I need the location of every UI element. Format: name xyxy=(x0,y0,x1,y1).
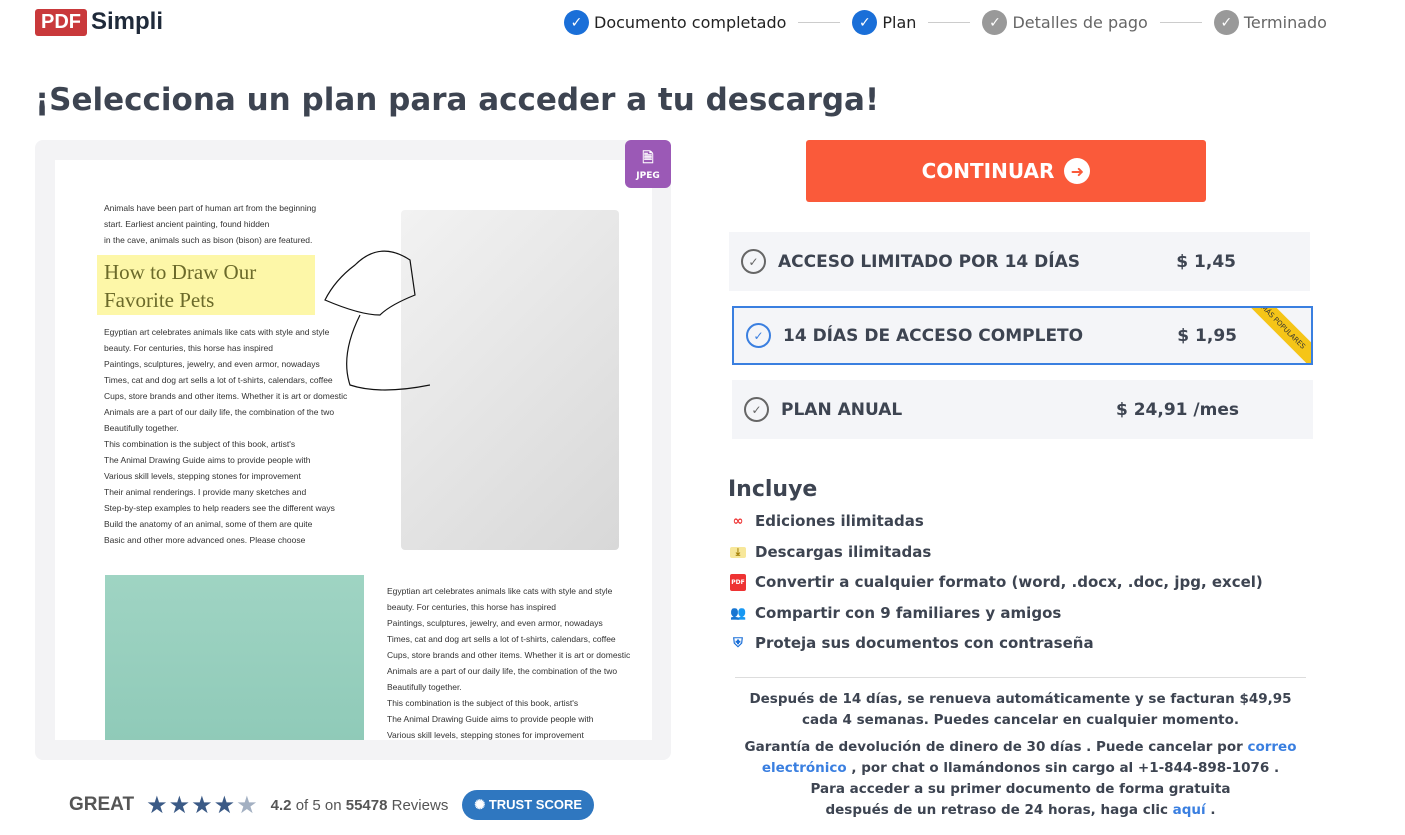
text-line: The Animal Drawing Guide aims to provide… xyxy=(387,714,594,724)
includes-title: Incluye xyxy=(728,477,818,502)
jpeg-file-badge: 🗎 JPEG xyxy=(625,140,671,188)
text-line: Animals are a part of our daily life, th… xyxy=(104,407,335,417)
here-link[interactable]: aquí xyxy=(1173,802,1206,818)
feature-item: ∞ Ediciones ilimitadas xyxy=(730,512,924,530)
guarantee-notice: Garantía de devolución de dinero de 30 d… xyxy=(744,739,1297,818)
step-divider xyxy=(798,22,841,23)
renewal-notice: Después de 14 días, se renueva automátic… xyxy=(749,691,1292,728)
continue-button[interactable]: CONTINUAR ➜ xyxy=(806,140,1206,202)
plan-option-annual[interactable]: ✓ PLAN ANUAL $ 24,91 /mes xyxy=(732,380,1313,439)
text-line: Build the anatomy of an animal, some of … xyxy=(104,519,313,529)
text-line: Paintings, sculptures, jewelry, and even… xyxy=(104,359,320,369)
feature-item: ⤓ Descargas ilimitadas xyxy=(730,543,931,561)
dog-sketch-image xyxy=(401,210,619,550)
document-preview-page: Animals have been part of human art from… xyxy=(55,160,652,740)
step-detalles-de-pago: ✓ Detalles de pago xyxy=(982,10,1148,35)
text-line: Basic and other more advanced ones. Plea… xyxy=(104,535,306,545)
flowers-dog-photo xyxy=(105,575,364,740)
star-icon: ★ xyxy=(146,791,168,819)
body-text-2: Egyptian art celebrates animals like cat… xyxy=(387,583,630,740)
check-circle-icon: ✓ xyxy=(744,397,769,422)
text-line: in the cave, animals such as bison (biso… xyxy=(104,235,313,245)
plan-option-full-access[interactable]: ✓ 14 DÍAS DE ACCESO COMPLETO $ 1,95 MÁS POP… xyxy=(732,306,1313,365)
plan-option-limited[interactable]: ✓ ACCESO LIMITADO POR 14 DÍAS $ 1,45 xyxy=(729,232,1310,291)
step-divider xyxy=(1159,22,1202,23)
most-popular-ribbon: MÁS POPULARES xyxy=(1241,308,1311,363)
pdf-file-icon: PDF xyxy=(730,573,746,591)
review-summary: 4.2 of 5 on 55478 Reviews xyxy=(270,796,449,814)
text-line: Egyptian art celebrates animals like cat… xyxy=(104,327,330,337)
check-circle-icon: ✓ xyxy=(746,323,771,348)
trust-logo-icon: ✺ xyxy=(474,797,489,812)
text-line: start. Earliest ancient painting, found … xyxy=(104,219,270,229)
body-text: Egyptian art celebrates animals like cat… xyxy=(104,324,347,548)
text-line: beauty. For centuries, this horse has in… xyxy=(104,343,273,353)
text-line: The Animal Drawing Guide aims to provide… xyxy=(104,455,311,465)
text-line: Step-by-step examples to help readers se… xyxy=(104,503,335,513)
intro-text: Animals have been part of human art from… xyxy=(104,200,316,248)
text-line: This combination is the subject of this … xyxy=(387,698,579,708)
text-line: Various skill levels, stepping stones fo… xyxy=(104,471,301,481)
check-icon: ✓ xyxy=(982,10,1008,35)
feature-item: ⛨ Proteja sus documentos con contraseña xyxy=(730,634,1093,652)
text-line: Times, cat and dog art sells a lot of t-… xyxy=(104,375,333,385)
text-line: Their animal renderings. I provide many … xyxy=(104,487,307,497)
text-line: Beautifully together. xyxy=(387,682,462,692)
text-line: This combination is the subject of this … xyxy=(104,439,296,449)
step-documento-completado: ✓ Documento completado xyxy=(564,10,786,35)
file-icon: 🗎 xyxy=(642,150,654,166)
step-divider xyxy=(928,22,971,23)
pdfsimpli-logo[interactable]: PDF Simpli xyxy=(35,8,163,36)
text-line: Cups, store brands and other items. Whet… xyxy=(104,391,348,401)
feature-item: 👥 Compartir con 9 familiares y amigos xyxy=(730,604,1062,622)
trust-score-badge[interactable]: ✺ TRUST SCORE xyxy=(462,790,595,820)
page-title: ¡Selecciona un plan para acceder a tu de… xyxy=(35,82,880,118)
check-icon: ✓ xyxy=(1213,10,1239,35)
check-icon: ✓ xyxy=(852,10,878,35)
star-icon: ★ xyxy=(213,791,236,819)
highlighted-heading: How to Draw Our Favorite Pets xyxy=(97,255,315,315)
star-icon: ★ xyxy=(168,791,191,819)
check-circle-icon: ✓ xyxy=(741,249,766,274)
check-icon: ✓ xyxy=(564,10,589,35)
download-file-icon: ⤓ xyxy=(730,546,746,558)
star-icon: ★ xyxy=(191,791,213,819)
trust-bar: GREAT ★ ★ ★ ★ ★ 4.2 of 5 on 55478 Reviews ✺ … xyxy=(69,790,595,820)
text-line: beauty. For centuries, this horse has in… xyxy=(387,602,556,612)
infinity-icon: ∞ xyxy=(732,513,744,529)
divider xyxy=(735,677,1306,678)
text-line: Various skill levels, stepping stones fo… xyxy=(387,730,584,740)
text-line: Cups, store brands and other items. Whet… xyxy=(387,650,631,660)
feature-item: PDF Convertir a cualquier formato (word, … xyxy=(730,573,1263,591)
progress-stepper: ✓ Documento completado ✓ Plan ✓ Detalles de… xyxy=(564,10,1327,35)
step-plan: ✓ Plan xyxy=(852,10,916,35)
text-line: Egyptian art celebrates animals like cat… xyxy=(387,586,613,596)
text-line: Paintings, sculptures, jewelry, and even… xyxy=(387,618,603,628)
star-icon: ★ xyxy=(236,791,258,819)
arrow-right-icon: ➜ xyxy=(1064,158,1091,184)
text-line: Animals have been part of human art from… xyxy=(104,203,317,213)
people-icon: 👥 xyxy=(730,605,747,621)
text-line: Times, cat and dog art sells a lot of t-… xyxy=(387,634,616,644)
text-line: Animals are a part of our daily life, th… xyxy=(387,666,618,676)
text-line: Beautifully together. xyxy=(104,423,179,433)
step-terminado: ✓ Terminado xyxy=(1213,10,1327,35)
shield-icon: ⛨ xyxy=(733,635,743,651)
